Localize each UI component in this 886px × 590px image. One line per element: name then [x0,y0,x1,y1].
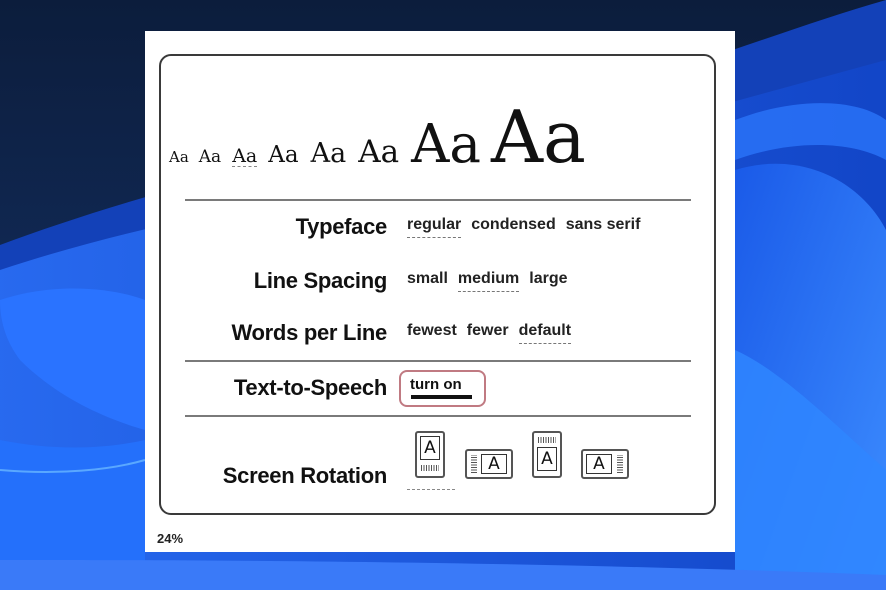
rotation-glyph: A [586,454,612,474]
typeface-sans-serif[interactable]: sans serif [566,216,641,238]
rotation-landscape-right-icon[interactable]: A [581,449,629,479]
keyboard-grill [471,455,477,473]
font-size-option-7[interactable]: Aa [411,118,481,171]
font-size-option-8[interactable]: Aa [491,101,586,173]
words-per-line-default[interactable]: default [518,322,572,344]
words-per-line-row: Words per Line fewest fewer default [169,318,709,348]
rotation-selected-indicator [407,489,455,490]
screen-rotation-label: Screen Rotation [222,463,388,488]
font-size-option-4[interactable]: Aa [268,144,298,167]
font-size-selector: Aa Aa Aa Aa Aa Aa Aa Aa [169,101,689,191]
font-size-option-6[interactable]: Aa [358,137,399,168]
font-size-option-1[interactable]: Aa [169,150,189,165]
reader-settings-page: Aa Aa Aa Aa Aa Aa Aa Aa Typeface regular… [145,31,735,552]
line-spacing-label: Line Spacing [253,268,388,293]
words-per-line-label: Words per Line [231,320,387,345]
reading-progress-percent: 24% [157,531,184,546]
keyboard-grill [421,465,439,471]
typeface-label: Typeface [295,214,388,239]
rotation-portrait-icon[interactable]: A [415,431,445,478]
rotation-glyph: A [537,447,557,471]
line-spacing-medium[interactable]: medium [457,270,520,292]
divider [185,415,691,417]
keyboard-grill [617,455,623,473]
keyboard-grill [538,437,556,443]
rotation-glyph: A [481,454,507,474]
line-spacing-large[interactable]: large [529,270,567,292]
typeface-condensed[interactable]: condensed [471,216,555,238]
typeface-regular[interactable]: regular [407,216,462,238]
font-size-option-3-selected[interactable]: Aa [232,147,258,167]
text-to-speech-label: Text-to-Speech [233,375,387,400]
words-per-line-fewest[interactable]: fewest [407,322,457,344]
font-size-option-5[interactable]: Aa [311,140,347,167]
typeface-row: Typeface regular condensed sans serif [169,212,709,242]
rotation-landscape-left-icon[interactable]: A [465,449,513,479]
words-per-line-fewer[interactable]: fewer [467,322,509,344]
font-size-option-2[interactable]: Aa [199,149,221,166]
text-to-speech-row: Text-to-Speech turn on [169,369,709,407]
divider [185,199,691,201]
turn-on-label: turn on [410,375,462,393]
line-spacing-row: Line Spacing small medium large [169,266,709,296]
line-spacing-small[interactable]: small [407,270,448,292]
divider [185,360,691,362]
text-to-speech-turn-on-button[interactable]: turn on [399,369,486,407]
rotation-portrait-upside-down-icon[interactable]: A [532,431,562,478]
rotation-glyph: A [420,436,440,460]
